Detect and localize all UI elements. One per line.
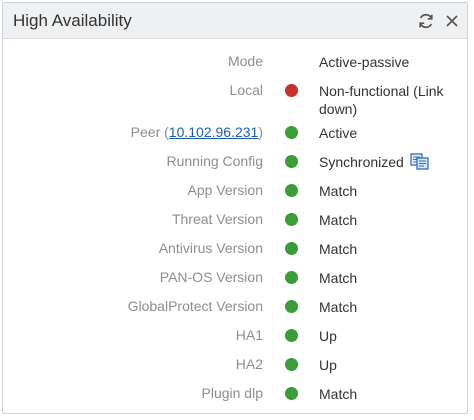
- row-label: Mode: [227, 53, 263, 69]
- status-dot-ok: [284, 387, 298, 400]
- row-label: HA1: [235, 327, 263, 343]
- status-dot-ok: [284, 155, 298, 168]
- status-dot-ok: [284, 126, 298, 139]
- status-dot-ok: [284, 300, 298, 313]
- peer-label-prefix: Peer (: [130, 124, 169, 140]
- sync-wrap: Synchronized: [319, 153, 430, 171]
- row-value: Match: [319, 386, 358, 402]
- status-dot-ok: [284, 358, 298, 371]
- status-dot-ok: [284, 213, 298, 226]
- row-label: Antivirus Version: [158, 240, 263, 256]
- status-dot-ok: [284, 271, 298, 284]
- close-icon[interactable]: [445, 14, 459, 28]
- row-local: Local Non-functional (Link down): [3, 76, 467, 118]
- widget-header: High Availability: [3, 3, 467, 39]
- row-value: Active: [319, 125, 358, 141]
- refresh-icon[interactable]: [417, 12, 435, 30]
- row-label: Peer (10.102.96.231): [3, 118, 263, 140]
- row-plugin-dlp: Plugin dlp Match: [3, 379, 467, 408]
- high-availability-widget: High Availability Mode Active-passive Lo…: [2, 2, 468, 414]
- row-label: PAN-OS Version: [159, 269, 263, 285]
- status-dot-ok: [284, 242, 298, 255]
- row-value: Match: [319, 241, 358, 257]
- row-ha1: HA1 Up: [3, 321, 467, 350]
- status-cell: [263, 76, 319, 97]
- ha-status-table: Mode Active-passive Local Non-functional…: [3, 39, 467, 408]
- row-peer: Peer (10.102.96.231) Active: [3, 118, 467, 147]
- status-cell: [263, 263, 319, 284]
- widget-title: High Availability: [13, 10, 132, 30]
- row-label: HA2: [235, 356, 263, 372]
- row-running-config: Running Config Synchronized: [3, 147, 467, 176]
- row-ha2: HA2 Up: [3, 350, 467, 379]
- sync-config-icon[interactable]: [410, 153, 430, 171]
- row-value-wrap: Synchronized: [319, 147, 467, 171]
- row-value: Match: [319, 299, 358, 315]
- row-label: Local: [229, 82, 263, 98]
- row-value: Match: [319, 183, 358, 199]
- status-cell: [263, 379, 319, 400]
- row-value: Up: [319, 357, 337, 373]
- status-cell: [263, 176, 319, 197]
- row-panos-version: PAN-OS Version Match: [3, 263, 467, 292]
- status-cell: [263, 234, 319, 255]
- row-value: Match: [319, 212, 358, 228]
- status-dot-ok: [284, 329, 298, 342]
- status-dot-ok: [284, 184, 298, 197]
- status-cell: [263, 350, 319, 371]
- row-app-version: App Version Match: [3, 176, 467, 205]
- status-cell: [263, 292, 319, 313]
- row-mode: Mode Active-passive: [3, 47, 467, 76]
- row-antivirus-version: Antivirus Version Match: [3, 234, 467, 263]
- header-actions: [417, 12, 459, 30]
- row-value: Non-functional (Link down): [319, 83, 444, 117]
- row-threat-version: Threat Version Match: [3, 205, 467, 234]
- row-value: Active-passive: [319, 54, 410, 70]
- status-cell: [263, 147, 319, 168]
- row-label: GlobalProtect Version: [127, 298, 263, 314]
- status-dot-error: [284, 84, 298, 97]
- row-label: Running Config: [166, 153, 263, 169]
- row-value: Synchronized: [319, 154, 404, 170]
- row-globalprotect-version: GlobalProtect Version Match: [3, 292, 467, 321]
- row-value: Up: [319, 328, 337, 344]
- status-cell: [263, 205, 319, 226]
- peer-ip-link[interactable]: 10.102.96.231: [169, 124, 259, 140]
- status-cell: [263, 118, 319, 139]
- row-label: App Version: [187, 182, 264, 198]
- row-label: Plugin dlp: [201, 385, 264, 401]
- status-cell: [263, 321, 319, 342]
- row-label: Threat Version: [171, 211, 263, 227]
- row-value: Match: [319, 270, 358, 286]
- status-cell-empty: [263, 47, 319, 55]
